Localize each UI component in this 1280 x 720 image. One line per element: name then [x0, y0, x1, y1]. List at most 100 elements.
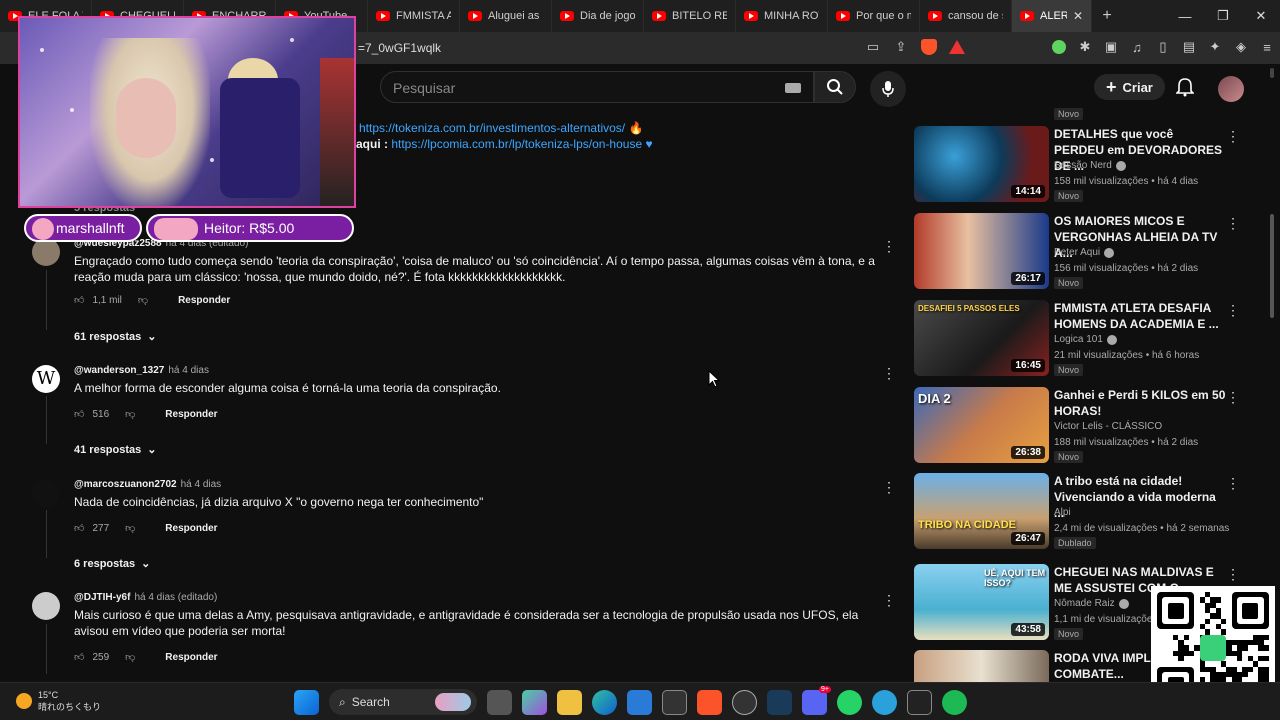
vpn-icon[interactable]: ◈: [1232, 38, 1250, 56]
video-thumbnail[interactable]: DESAFIEI 5 PASSOS ELES 16:45: [914, 300, 1049, 376]
video-thumbnail[interactable]: TRIBO NA CIDADE 26:47: [914, 473, 1049, 549]
like-icon[interactable]: 👍︎: [74, 651, 84, 663]
screenshot-icon[interactable]: ▣: [1102, 38, 1120, 56]
recommended-video[interactable]: 14:14 DETALHES que você PERDEU em DEVORA…: [914, 126, 1254, 206]
browser-tab[interactable]: BITELO REVE: [644, 0, 736, 32]
share-icon[interactable]: ⇪: [892, 38, 910, 56]
more-options-icon[interactable]: ⋮: [1226, 215, 1240, 232]
video-channel[interactable]: Sessão Nerd: [1054, 160, 1126, 171]
recommended-video[interactable]: 26:17 OS MAIORES MICOS E VERGONHAS ALHEI…: [914, 213, 1254, 293]
like-icon[interactable]: 👍︎: [74, 522, 84, 534]
comment-author[interactable]: @marcoszuanon2702: [74, 479, 177, 490]
search-button[interactable]: [814, 71, 856, 103]
more-options-icon[interactable]: ⋮: [882, 365, 896, 382]
more-options-icon[interactable]: ⋮: [1226, 128, 1240, 145]
reply-button[interactable]: Responder: [165, 652, 217, 663]
spotify-icon[interactable]: [942, 689, 967, 715]
comment-avatar[interactable]: W: [32, 365, 60, 393]
browser-tab[interactable]: MINHA ROT: [736, 0, 828, 32]
more-options-icon[interactable]: ⋮: [1226, 475, 1240, 492]
browser-tab[interactable]: Aluguei as N: [460, 0, 552, 32]
like-icon[interactable]: 👍︎: [74, 408, 84, 420]
music-icon[interactable]: ♫: [1128, 38, 1146, 56]
reply-button[interactable]: Responder: [178, 295, 230, 306]
discord-icon[interactable]: 9+: [802, 685, 831, 715]
task-view-icon[interactable]: [487, 689, 512, 715]
notifications-button[interactable]: [1174, 76, 1196, 98]
voice-search-button[interactable]: [870, 71, 906, 107]
video-thumbnail[interactable]: 14:14: [914, 126, 1049, 202]
sidebar-icon[interactable]: ▯: [1154, 38, 1172, 56]
tokeniza-link[interactable]: https://tokeniza.com.br/investimentos-al…: [359, 121, 625, 135]
new-tab-button[interactable]: +: [1092, 7, 1122, 25]
video-channel[interactable]: Logica 101: [1054, 334, 1117, 345]
puzzle-icon[interactable]: ✱: [1076, 38, 1094, 56]
green-extension-icon[interactable]: [1050, 38, 1068, 56]
search-input[interactable]: Pesquisar: [380, 71, 814, 103]
dislike-icon[interactable]: 👎︎: [138, 294, 148, 306]
replies-toggle[interactable]: 41 respostas ⌄: [74, 443, 156, 457]
comment-avatar[interactable]: [32, 479, 60, 507]
whatsapp-icon[interactable]: [837, 689, 862, 715]
browser-tab[interactable]: Por que o m: [828, 0, 920, 32]
video-channel[interactable]: Alpi: [1054, 507, 1071, 518]
dislike-icon[interactable]: 👎︎: [125, 408, 135, 420]
file-explorer-icon[interactable]: [557, 689, 582, 715]
steam-icon[interactable]: [767, 689, 792, 715]
close-window-icon[interactable]: ✕: [1242, 0, 1280, 32]
maximize-icon[interactable]: ❐: [1204, 0, 1242, 32]
copilot-icon[interactable]: [522, 689, 547, 715]
menu-icon[interactable]: ≡: [1258, 38, 1276, 56]
minimize-icon[interactable]: —: [1166, 0, 1204, 32]
more-options-icon[interactable]: ⋮: [882, 479, 896, 496]
video-title[interactable]: Ganhei e Perdi 5 KILOS em 50 HORAS!: [1054, 387, 1226, 419]
more-options-icon[interactable]: ⋮: [1226, 566, 1240, 583]
telegram-icon[interactable]: [872, 689, 897, 715]
url-text[interactable]: =7_0wGF1wqlk: [358, 41, 441, 55]
replies-toggle[interactable]: 61 respostas ⌄: [74, 330, 156, 344]
edge-icon[interactable]: [592, 689, 617, 715]
weather-widget[interactable]: 15°C 晴れのちくもり: [16, 689, 101, 713]
video-channel[interactable]: Peter Aqui: [1054, 247, 1115, 258]
browser-tab[interactable]: FMMISTA AT: [368, 0, 460, 32]
scrollbar-arrow[interactable]: [1270, 68, 1274, 78]
wallet-icon[interactable]: ▤: [1180, 38, 1198, 56]
taskbar-search[interactable]: ⌕ Search: [329, 689, 477, 715]
obs-icon[interactable]: [732, 689, 757, 715]
brave-shield-icon[interactable]: [920, 38, 938, 56]
more-options-icon[interactable]: ⋮: [882, 592, 896, 609]
cast-icon[interactable]: ▭: [864, 38, 882, 56]
video-title[interactable]: FMMISTA ATLETA DESAFIA HOMENS DA ACADEMI…: [1054, 300, 1226, 332]
video-channel[interactable]: Victor Lelis - CLÁSSICO: [1054, 421, 1162, 432]
comment-author[interactable]: @DJTIH-y6f: [74, 592, 130, 603]
browser-tab-active[interactable]: ALERTA ✕: [1012, 0, 1092, 32]
reply-button[interactable]: Responder: [165, 523, 217, 534]
close-tab-icon[interactable]: ✕: [1073, 9, 1083, 23]
video-thumbnail[interactable]: UÉ, AQUI TEM ISSO? 43:58: [914, 564, 1049, 640]
comment-avatar[interactable]: [32, 592, 60, 620]
brave-browser-icon[interactable]: [697, 689, 722, 715]
store-icon[interactable]: [627, 689, 652, 715]
more-options-icon[interactable]: ⋮: [1226, 389, 1240, 406]
video-title[interactable]: A tribo está na cidade! Vivenciando a vi…: [1054, 473, 1226, 521]
keyboard-icon[interactable]: [785, 83, 801, 93]
video-thumbnail[interactable]: [914, 650, 1049, 682]
comment-author[interactable]: @wanderson_1327: [74, 365, 164, 376]
like-icon[interactable]: 👍︎: [74, 294, 84, 306]
replies-toggle[interactable]: 6 respostas ⌄: [74, 557, 150, 571]
scrollbar-thumb[interactable]: [1270, 214, 1274, 318]
dislike-icon[interactable]: 👎︎: [125, 522, 135, 534]
browser-tab[interactable]: cansou de s: [920, 0, 1012, 32]
camera-app-icon[interactable]: [662, 689, 687, 715]
recommended-video[interactable]: TRIBO NA CIDADE 26:47 A tribo está na cid…: [914, 473, 1254, 553]
video-thumbnail[interactable]: 26:17: [914, 213, 1049, 289]
create-button[interactable]: + Criar: [1094, 74, 1165, 100]
windows-start-icon[interactable]: [294, 689, 319, 715]
more-options-icon[interactable]: ⋮: [882, 238, 896, 255]
epic-games-icon[interactable]: [907, 689, 932, 715]
dislike-icon[interactable]: 👎︎: [125, 651, 135, 663]
reply-button[interactable]: Responder: [165, 409, 217, 420]
recommended-video[interactable]: DESAFIEI 5 PASSOS ELES 16:45 FMMISTA ATLE…: [914, 300, 1254, 380]
video-channel[interactable]: Nômade Raiz: [1054, 598, 1129, 609]
leo-icon[interactable]: ✦: [1206, 38, 1224, 56]
